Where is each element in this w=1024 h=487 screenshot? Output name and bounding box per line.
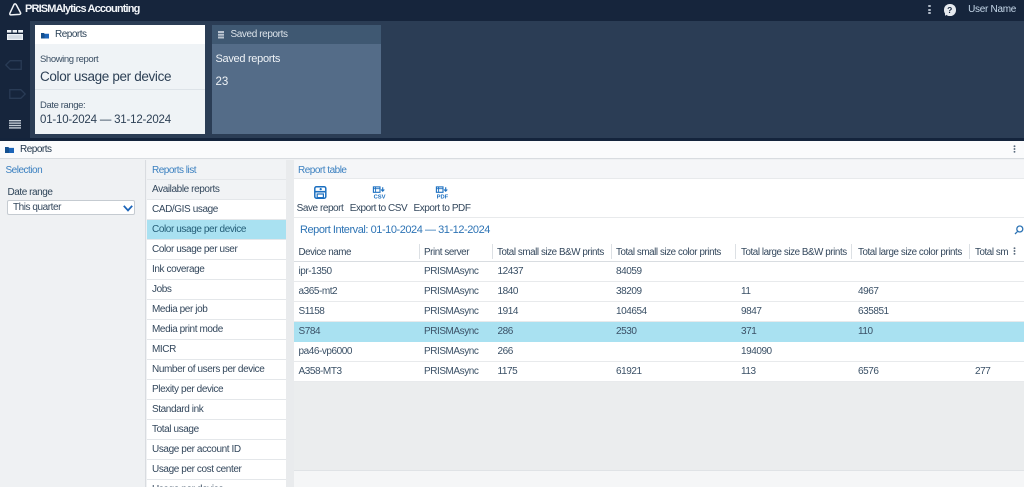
svg-text:CSV: CSV <box>373 194 385 199</box>
svg-text:PDF: PDF <box>437 194 449 199</box>
